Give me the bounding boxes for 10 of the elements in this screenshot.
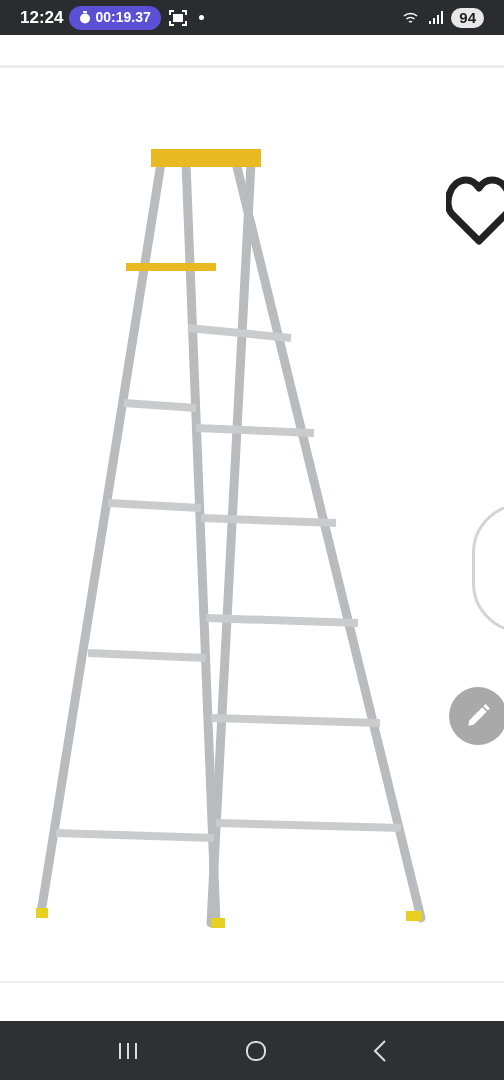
stopwatch-icon <box>79 11 92 24</box>
home-icon[interactable] <box>245 1039 267 1062</box>
signal-icon <box>429 11 444 24</box>
pencil-icon <box>465 703 491 729</box>
timer-chip[interactable]: 00:19.37 <box>69 5 161 30</box>
battery-level: 94 <box>451 7 484 28</box>
screenshot-icon <box>168 9 187 26</box>
recent-apps-icon[interactable] <box>117 1041 139 1060</box>
clock-time: 12:24 <box>20 6 64 29</box>
back-icon[interactable] <box>373 1038 387 1063</box>
